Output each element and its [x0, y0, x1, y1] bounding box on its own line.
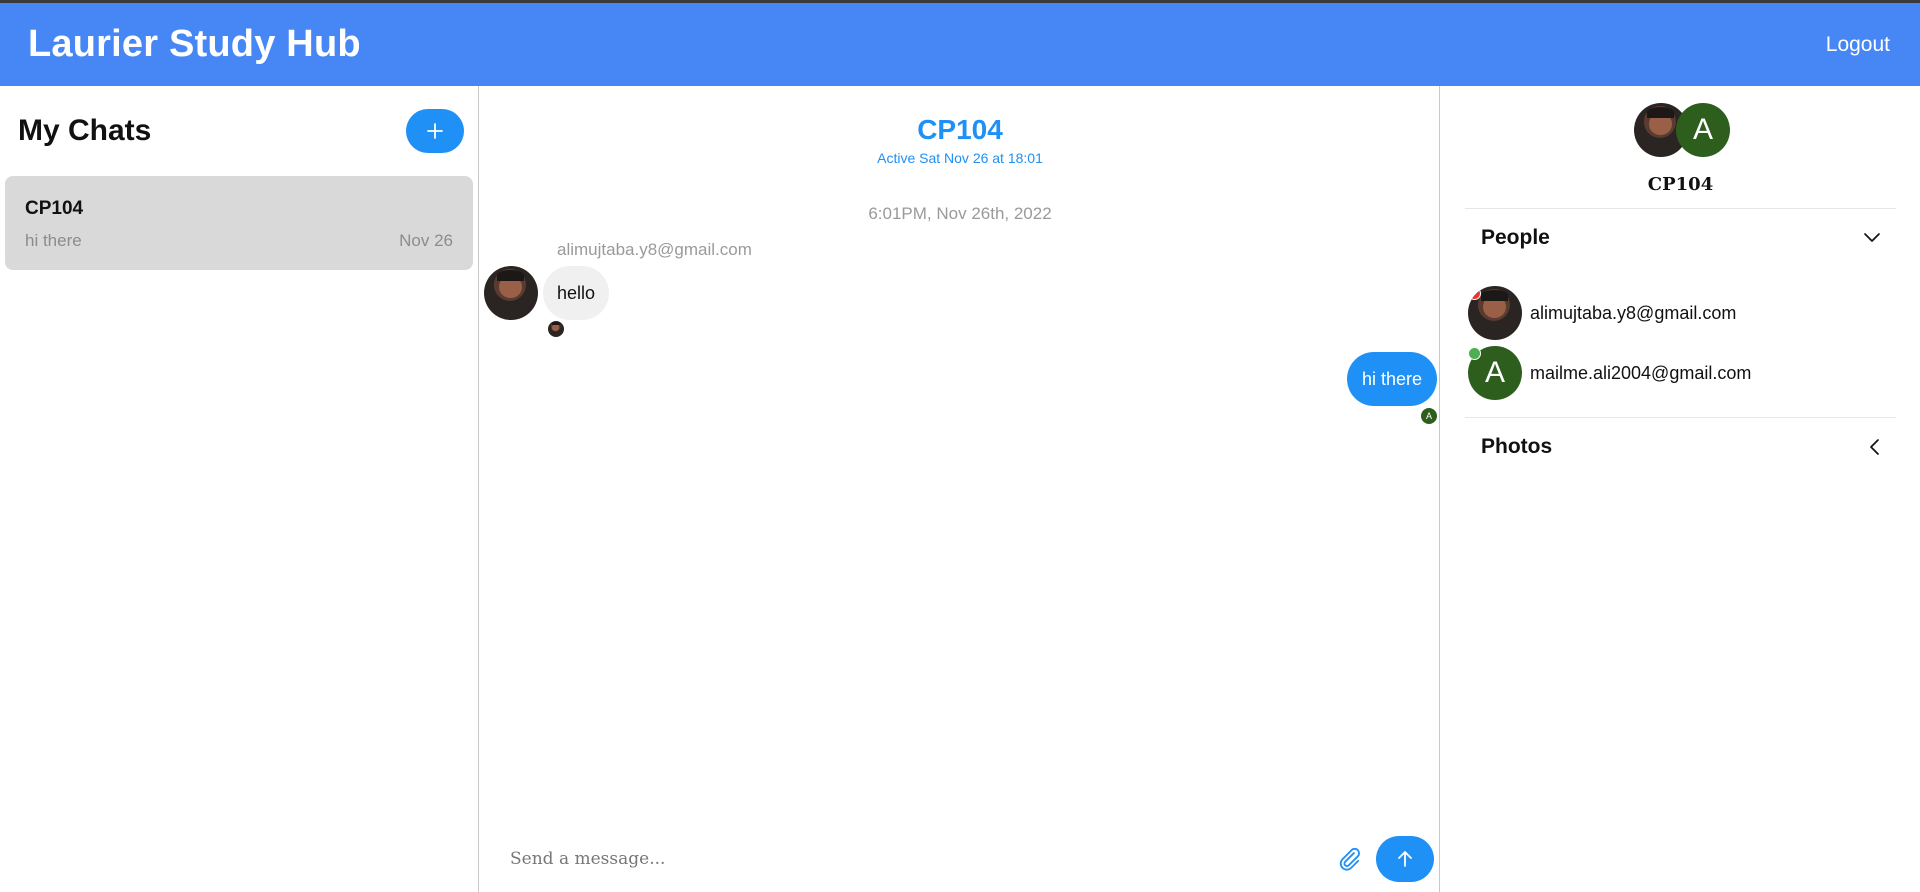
online-status-dot [1468, 347, 1481, 360]
app-header: Laurier Study Hub Logout [0, 3, 1920, 86]
sender-avatar [484, 266, 538, 320]
chat-title: CP104 [917, 114, 1003, 145]
group-avatar: A [1676, 103, 1730, 157]
photos-label: Photos [1481, 435, 1553, 458]
person-email: mailme.ali2004@gmail.com [1530, 362, 1752, 383]
chat-item-meta: hi there Nov 26 [25, 231, 453, 251]
message-sender: alimujtaba.y8@gmail.com [557, 240, 752, 259]
photos-section-toggle[interactable]: Photos [1481, 435, 1881, 459]
people-label: People [1481, 226, 1550, 249]
message-input[interactable] [510, 842, 1290, 876]
message-composer [480, 828, 1440, 892]
person-avatar [1468, 286, 1522, 340]
offline-status-dot [1468, 287, 1481, 300]
person-avatar: A [1468, 346, 1522, 400]
attach-button[interactable] [1336, 846, 1362, 872]
divider [1465, 417, 1896, 418]
chat-item-last-message: hi there [25, 231, 82, 250]
sidebar-title: My Chats [18, 114, 152, 147]
read-receipt-avatar: A [1421, 408, 1437, 424]
incoming-message-bubble: hello [543, 266, 610, 320]
divider [1465, 208, 1896, 209]
person-avatar-letter: A [1484, 356, 1505, 389]
logout-button[interactable]: Logout [1826, 33, 1890, 57]
person-email: alimujtaba.y8@gmail.com [1530, 302, 1737, 323]
chat-list-sidebar: My Chats CP104 hi there Nov 26 [0, 86, 479, 892]
read-receipt-avatar [548, 321, 564, 337]
send-button[interactable] [1376, 836, 1434, 882]
person-row[interactable]: alimujtaba.y8@gmail.com [1468, 286, 1736, 340]
chat-list-item[interactable]: CP104 hi there Nov 26 [5, 176, 473, 270]
plus-icon [427, 123, 443, 139]
new-chat-button[interactable] [406, 109, 464, 153]
message-timestamp: 6:01PM, Nov 26th, 2022 [868, 204, 1052, 223]
app-title: Laurier Study Hub [28, 23, 361, 65]
chat-feed: CP104 Active Sat Nov 26 at 18:01 6:01PM,… [480, 86, 1440, 892]
details-title: CP104 [1647, 174, 1714, 195]
chat-details-panel: A CP104 People alimujtaba.y8@gmail.com A… [1441, 86, 1920, 892]
sidebar-header: My Chats [0, 86, 478, 176]
chat-item-date: Nov 26 [399, 231, 453, 250]
chat-active-status: Active Sat Nov 26 at 18:01 [877, 150, 1043, 166]
outgoing-message-bubble: hi there [1346, 352, 1437, 406]
chevron-down-icon [1864, 233, 1880, 242]
people-section-toggle[interactable]: People [1481, 226, 1881, 250]
paperclip-icon [1339, 847, 1360, 871]
chevron-left-icon [1870, 439, 1879, 455]
chat-item-title: CP104 [25, 198, 84, 219]
person-row[interactable]: A mailme.ali2004@gmail.com [1468, 346, 1751, 400]
arrow-up-icon [1398, 851, 1412, 867]
